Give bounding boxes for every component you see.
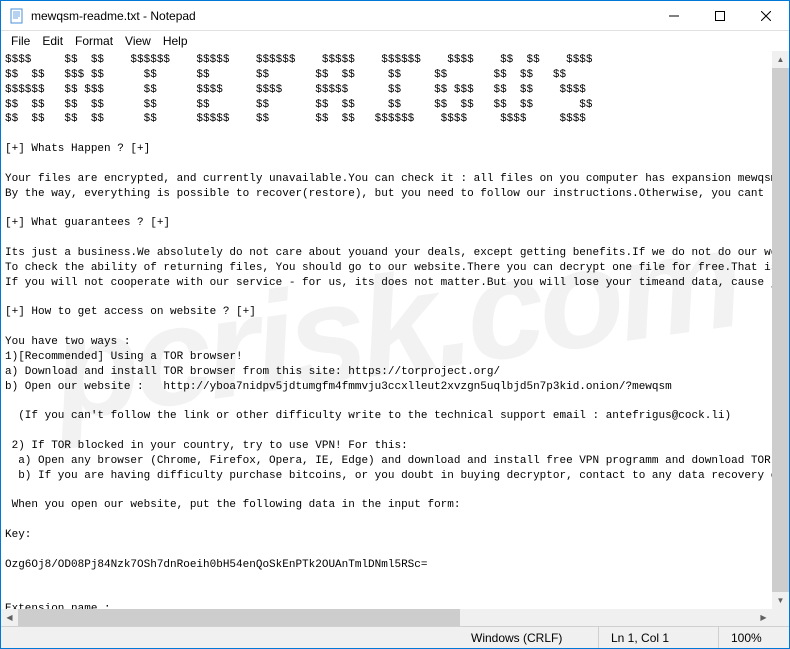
content-area: $$$$ $$ $$ $$$$$$ $$$$$ $$$$$$ $$$$$ $$$… [1, 51, 789, 626]
scroll-down-button[interactable]: ▼ [772, 592, 789, 609]
scroll-track-h[interactable] [18, 609, 755, 626]
menu-edit[interactable]: Edit [36, 32, 69, 50]
status-encoding: Windows (CRLF) [459, 627, 599, 648]
scroll-left-button[interactable]: ◀ [1, 609, 18, 626]
maximize-button[interactable] [697, 1, 743, 31]
scroll-right-button[interactable]: ▶ [755, 609, 772, 626]
notepad-window: mewqsm-readme.txt - Notepad File Edit Fo… [0, 0, 790, 649]
statusbar: Windows (CRLF) Ln 1, Col 1 100% [1, 626, 789, 648]
scroll-up-button[interactable]: ▲ [772, 51, 789, 68]
notepad-icon [9, 8, 25, 24]
scroll-thumb-v[interactable] [772, 68, 789, 592]
scrollbar-corner [772, 609, 789, 626]
window-controls [651, 1, 789, 30]
vertical-scrollbar[interactable]: ▲ ▼ [772, 51, 789, 609]
window-title: mewqsm-readme.txt - Notepad [31, 9, 651, 23]
menubar: File Edit Format View Help [1, 31, 789, 51]
status-position: Ln 1, Col 1 [599, 627, 719, 648]
scroll-track-v[interactable] [772, 68, 789, 592]
close-button[interactable] [743, 1, 789, 31]
titlebar[interactable]: mewqsm-readme.txt - Notepad [1, 1, 789, 31]
menu-file[interactable]: File [5, 32, 36, 50]
horizontal-scrollbar[interactable]: ◀ ▶ [1, 609, 772, 626]
text-editor[interactable]: $$$$ $$ $$ $$$$$$ $$$$$ $$$$$$ $$$$$ $$$… [1, 51, 789, 626]
menu-view[interactable]: View [119, 32, 157, 50]
menu-format[interactable]: Format [69, 32, 119, 50]
status-zoom: 100% [719, 627, 789, 648]
minimize-button[interactable] [651, 1, 697, 31]
menu-help[interactable]: Help [157, 32, 194, 50]
scroll-thumb-h[interactable] [18, 609, 460, 626]
